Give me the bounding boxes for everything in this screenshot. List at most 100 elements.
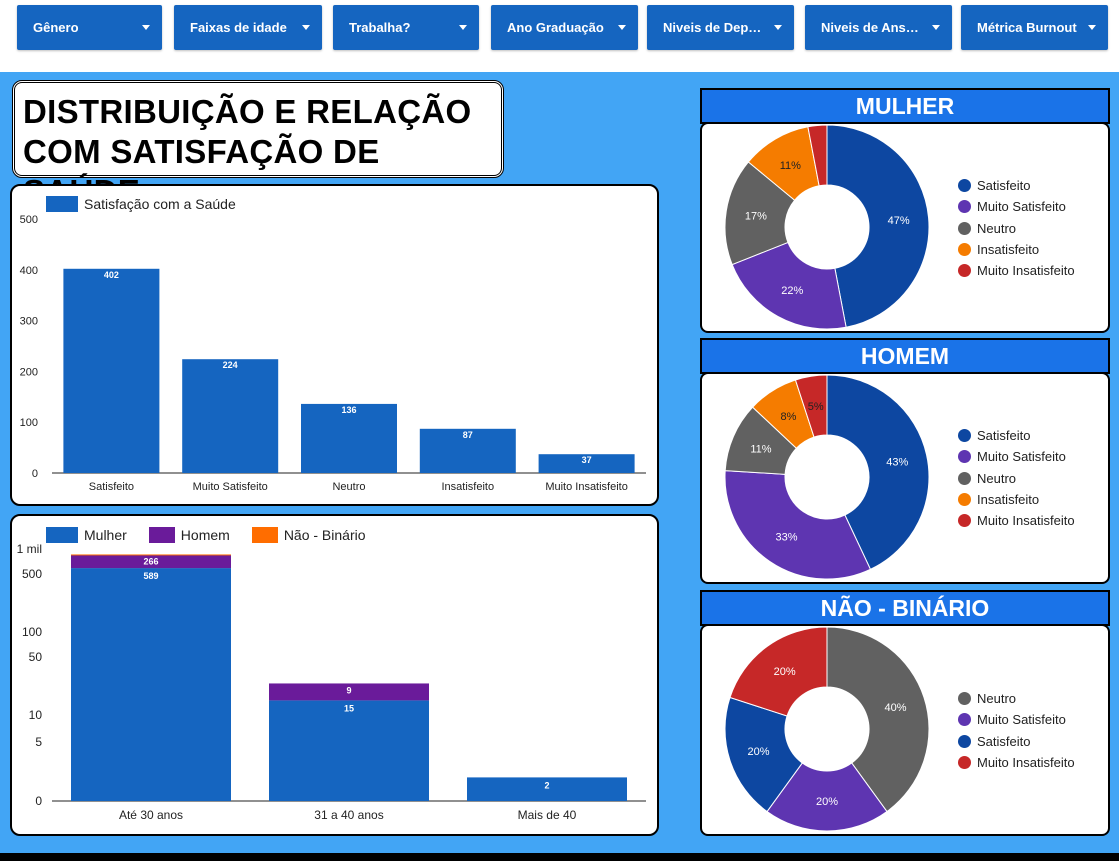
- data-label: 136: [341, 405, 356, 415]
- filter-niveis-ansiedade[interactable]: Niveis de Ansiedade: [805, 5, 952, 50]
- chevron-down-icon: [932, 25, 940, 30]
- donut-title: HOMEM: [700, 338, 1110, 374]
- legend-label: Muito Satisfeito: [977, 712, 1066, 728]
- legend-dot: [958, 493, 971, 507]
- legend-item: Insatisfeito: [958, 239, 1075, 260]
- legend-dot: [958, 514, 971, 528]
- page-title-box: DISTRIBUIÇÃO E RELAÇÃO COM SATISFAÇÃO DE…: [12, 80, 504, 210]
- x-tick-label: Mais de 40: [518, 808, 577, 822]
- filter-label: Trabalha?: [349, 20, 411, 35]
- slice-label: 17%: [745, 211, 767, 223]
- legend-dot: [958, 179, 971, 193]
- legend-item: Neutro: [958, 688, 1075, 709]
- legend-label: Não - Binário: [283, 527, 366, 543]
- chevron-down-icon: [459, 25, 467, 30]
- filter-label: Niveis de Ansiedade: [821, 20, 921, 35]
- slice-label: 8%: [780, 411, 796, 423]
- x-tick-label: Insatisfeito: [442, 481, 495, 493]
- y-tick-label: 400: [20, 265, 38, 277]
- y-tick-label: 300: [20, 316, 38, 328]
- filter-bar: Gênero Faixas de idade Trabalha? Ano Gra…: [0, 0, 1119, 72]
- legend-item: Muito Insatisfeito: [958, 752, 1075, 773]
- legend-dot: [958, 734, 971, 748]
- slice-label: 40%: [884, 702, 906, 714]
- slice-label: 5%: [808, 401, 824, 413]
- chevron-down-icon: [618, 25, 626, 30]
- y-tick-label: 100: [22, 625, 42, 639]
- data-label: 87: [463, 430, 473, 440]
- legend-label: Insatisfeito: [977, 242, 1040, 258]
- donut-title: MULHER: [700, 88, 1110, 124]
- filter-label: Métrica Burnout: [977, 20, 1077, 35]
- legend-swatch: [251, 527, 278, 543]
- filter-genero[interactable]: Gênero: [17, 5, 162, 50]
- slice-label: 47%: [888, 215, 910, 227]
- legend-label: Satisfeito: [977, 178, 1031, 194]
- legend-dot: [958, 713, 971, 727]
- legend-item: Muito Insatisfeito: [958, 260, 1075, 281]
- legend-dot: [958, 692, 971, 706]
- legend-item: Muito Insatisfeito: [958, 510, 1075, 531]
- legend-dot: [958, 264, 971, 278]
- slice-label: 22%: [781, 285, 803, 297]
- slice-label: 20%: [748, 746, 770, 758]
- data-label: 2: [544, 780, 549, 790]
- bar-segment: [71, 568, 231, 801]
- donut-card-homem: HOMEM 43% 33% 11% 8% 5% Satisfeito Muito Sat…: [700, 338, 1110, 584]
- legend-item: Satisfeito: [958, 731, 1075, 752]
- legend-dot: [958, 450, 971, 464]
- slice-label: 33%: [776, 532, 798, 544]
- donut-chart-svg: 40% 20% 20% 20%: [724, 626, 930, 832]
- legend-label: Satisfeito: [977, 733, 1031, 749]
- data-label: 589: [143, 571, 158, 581]
- chevron-down-icon: [774, 25, 782, 30]
- y-tick-label: 10: [29, 708, 43, 722]
- filter-trabalha[interactable]: Trabalha?: [333, 5, 479, 50]
- legend-label: Muito Satisfeito: [977, 199, 1066, 215]
- legend-label: Neutro: [977, 220, 1017, 236]
- legend-item: Muito Satisfeito: [958, 709, 1075, 730]
- data-label: 266: [143, 557, 158, 567]
- legend-label: Neutro: [977, 691, 1017, 707]
- donut-body: 43% 33% 11% 8% 5% Satisfeito Muito Satisfeit…: [700, 372, 1110, 584]
- filter-label: Niveis de Depressão: [663, 20, 763, 35]
- x-tick-label: Muito Satisfeito: [193, 481, 268, 493]
- donut-card-nao-binario: NÃO - BINÁRIO 40% 20% 20% 20% Neutro Muito …: [700, 590, 1110, 836]
- data-label: 9: [346, 685, 351, 695]
- legend-label: Neutro: [977, 470, 1017, 486]
- legend-dot: [958, 243, 971, 257]
- filter-ano-graduacao[interactable]: Ano Graduação: [491, 5, 638, 50]
- legend-item-nao-binario: Não - Binário: [251, 527, 366, 543]
- legend-label: Muito Satisfeito: [977, 449, 1066, 465]
- donut-slice: [826, 124, 930, 328]
- x-tick-label: Muito Insatisfeito: [545, 481, 628, 493]
- filter-faixas-idade[interactable]: Faixas de idade: [174, 5, 322, 50]
- chevron-down-icon: [1088, 25, 1096, 30]
- legend-swatch: [148, 527, 175, 543]
- filter-metrica-burnout[interactable]: Métrica Burnout: [961, 5, 1108, 50]
- donut-chart-svg: 43% 33% 11% 8% 5%: [724, 374, 930, 580]
- bar-segment: [71, 554, 231, 556]
- legend-item: Insatisfeito: [958, 489, 1075, 510]
- y-tick-label: 500: [22, 567, 42, 581]
- legend-dot: [958, 200, 971, 214]
- data-label: 402: [104, 270, 119, 280]
- x-tick-label: Neutro: [332, 481, 365, 493]
- slice-label: 20%: [774, 666, 796, 678]
- legend-label: Satisfeito: [977, 428, 1031, 444]
- legend-label: Muito Insatisfeito: [977, 513, 1075, 529]
- y-tick-label: 5: [35, 735, 42, 749]
- legend-item: Neutro: [958, 218, 1075, 239]
- slice-label: 43%: [886, 456, 908, 468]
- x-tick-label: Satisfeito: [89, 481, 134, 493]
- y-tick-label: 0: [35, 794, 42, 808]
- filter-label: Faixas de idade: [190, 20, 287, 35]
- legend-item: Muito Satisfeito: [958, 446, 1075, 467]
- legend-dot: [958, 429, 971, 443]
- legend-dot: [958, 221, 971, 235]
- filter-niveis-depressao[interactable]: Niveis de Depressão: [647, 5, 794, 50]
- legend-label: Muito Insatisfeito: [977, 263, 1075, 279]
- donut-card-mulher: MULHER 47% 22% 17% 11% Satisfeito Muito Sat…: [700, 88, 1110, 333]
- stacked-chart-svg: 0 5 10 50 100 500 1 mil 589 266 Até 30 anos 15 9 31 …: [17, 542, 646, 822]
- data-label: 224: [223, 360, 238, 370]
